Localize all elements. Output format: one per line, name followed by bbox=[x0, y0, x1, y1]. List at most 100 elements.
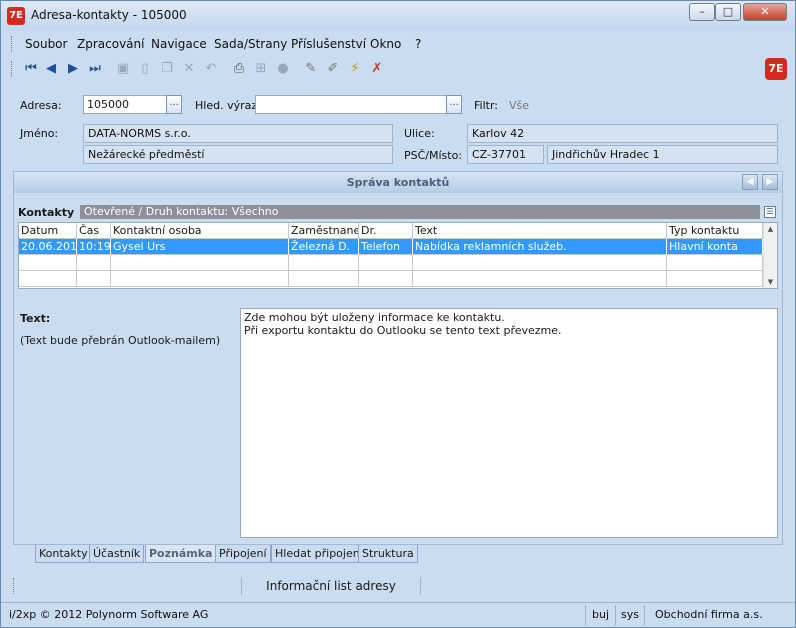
menu-sada-strany[interactable]: Sada/Strany bbox=[214, 37, 287, 51]
tab-kontakty[interactable]: Kontakty bbox=[35, 545, 92, 563]
panel-next-icon[interactable]: ▶ bbox=[762, 174, 778, 190]
filtr-value[interactable]: Vše bbox=[509, 99, 529, 112]
col-druh[interactable]: Dr. bbox=[359, 223, 413, 239]
menu-navigace[interactable]: Navigace bbox=[151, 37, 207, 51]
scroll-down-icon[interactable]: ▼ bbox=[764, 278, 777, 286]
menu-soubor[interactable]: Soubor bbox=[25, 37, 67, 51]
prev-record-icon[interactable]: ◀ bbox=[43, 61, 59, 77]
filter-icon[interactable]: ⚡ bbox=[347, 61, 363, 77]
misto-field: Jindřichův Hradec 1 bbox=[547, 145, 778, 164]
info-grip[interactable] bbox=[13, 578, 15, 594]
hled-label: Hled. výraz: bbox=[195, 99, 261, 112]
last-record-icon[interactable]: ⏭ bbox=[87, 61, 103, 77]
tree-icon[interactable]: ⊞ bbox=[253, 61, 269, 77]
col-datum[interactable]: Datum bbox=[19, 223, 77, 239]
menu-okno[interactable]: Okno bbox=[370, 37, 401, 51]
panel-header: Správa kontaktů ◀ ▶ bbox=[14, 172, 782, 193]
app-logo-icon: 7E bbox=[7, 7, 25, 25]
col-cas[interactable]: Čas bbox=[77, 223, 111, 239]
close-button[interactable]: ✕ bbox=[743, 3, 787, 21]
jmeno-label: Jméno: bbox=[20, 127, 59, 140]
undo-icon[interactable]: ↶ bbox=[203, 61, 219, 77]
empty-cell bbox=[77, 271, 111, 287]
empty-cell bbox=[359, 255, 413, 271]
adresa-label: Adresa: bbox=[20, 99, 62, 112]
jmeno-field: DATA-NORMS s.r.o. bbox=[83, 124, 393, 143]
contact-text-area[interactable]: Zde mohou být uloženy informace ke konta… bbox=[240, 308, 778, 538]
title-bar[interactable]: 7E Adresa-kontakty - 105000 – □ ✕ bbox=[1, 1, 795, 31]
empty-cell bbox=[19, 255, 77, 271]
empty-cell bbox=[413, 255, 667, 271]
cell-kontaktni-osoba: Gysel Urs bbox=[111, 239, 289, 255]
first-record-icon[interactable]: ⏮ bbox=[23, 61, 39, 77]
panel-prev-icon[interactable]: ◀ bbox=[742, 174, 758, 190]
adresa-input[interactable]: 105000 bbox=[83, 95, 167, 114]
maximize-button[interactable]: □ bbox=[715, 3, 741, 21]
status-separator bbox=[615, 605, 616, 625]
edit-secondary-icon[interactable]: ✐ bbox=[325, 61, 341, 77]
menu-help[interactable]: ? bbox=[415, 37, 421, 51]
grid-settings-icon[interactable]: ☰ bbox=[764, 206, 776, 218]
disabled-circle-icon[interactable]: ● bbox=[275, 61, 291, 77]
adresa-lookup-button[interactable]: ... bbox=[166, 95, 182, 114]
empty-cell bbox=[77, 255, 111, 271]
scroll-up-icon[interactable]: ▲ bbox=[764, 225, 777, 233]
save-icon[interactable]: ▣ bbox=[115, 61, 131, 77]
table-row[interactable]: 20.06.2012 10:19 Gysel Urs Železná D. Te… bbox=[19, 239, 763, 255]
col-typ-kontaktu[interactable]: Typ kontaktu bbox=[667, 223, 763, 239]
contacts-panel: Správa kontaktů ◀ ▶ Kontakty Otevřené / … bbox=[13, 171, 783, 545]
empty-cell bbox=[111, 255, 289, 271]
search-input[interactable] bbox=[255, 95, 447, 114]
col-zamestnanec[interactable]: Zaměstnanec bbox=[289, 223, 359, 239]
info-list-button[interactable]: Informační list adresy bbox=[241, 577, 421, 595]
empty-cell bbox=[111, 271, 289, 287]
cell-typ-kontaktu: Hlavní konta bbox=[667, 239, 763, 255]
psc-label: PSČ/Místo: bbox=[404, 149, 463, 162]
tab-ucastnik[interactable]: Účastník bbox=[89, 545, 145, 563]
psc-field: CZ-37701 bbox=[467, 145, 544, 164]
firm-text: Obchodní firma a.s. bbox=[655, 608, 763, 621]
text-label: Text: bbox=[20, 312, 51, 325]
status-separator bbox=[585, 605, 586, 625]
menu-bar: Soubor Zpracování Navigace Sada/Strany P… bbox=[9, 33, 789, 55]
col-kontaktni-osoba[interactable]: Kontaktní osoba bbox=[111, 223, 289, 239]
col-text[interactable]: Text bbox=[413, 223, 667, 239]
menu-prislusenstvi[interactable]: Příslušenství bbox=[291, 37, 366, 51]
cell-cas: 10:19 bbox=[77, 239, 111, 255]
sys-text: sys bbox=[621, 608, 639, 621]
menu-grip[interactable] bbox=[11, 36, 13, 52]
contacts-grid: Datum Čas Kontaktní osoba Zaměstnanec Dr… bbox=[18, 222, 778, 289]
address-form: Adresa: 105000 ... Hled. výraz: ... Filt… bbox=[13, 85, 787, 171]
tab-strip: Kontakty Účastník Poznámka Připojení Hle… bbox=[15, 545, 785, 565]
status-separator bbox=[644, 605, 645, 625]
tab-struktura[interactable]: Struktura bbox=[358, 545, 418, 563]
tab-hledat-pripojeni[interactable]: Hledat připojení bbox=[271, 545, 367, 563]
delete-icon[interactable]: ✕ bbox=[181, 61, 197, 77]
empty-cell bbox=[667, 255, 763, 271]
empty-cell bbox=[359, 271, 413, 287]
copy-icon[interactable]: ❐ bbox=[159, 61, 175, 77]
info-bar: Informační list adresy bbox=[9, 575, 789, 597]
brand-logo-icon: 7E bbox=[765, 58, 787, 80]
tab-pripojeni[interactable]: Připojení bbox=[215, 545, 271, 563]
panel-title: Správa kontaktů bbox=[346, 176, 450, 189]
empty-cell bbox=[289, 271, 359, 287]
cell-zamestnanec: Železná D. bbox=[289, 239, 359, 255]
menu-zpracovani[interactable]: Zpracování bbox=[77, 37, 144, 51]
minimize-button[interactable]: – bbox=[689, 3, 715, 21]
tab-poznamka[interactable]: Poznámka bbox=[145, 545, 217, 563]
clear-filter-icon[interactable]: ✗ bbox=[369, 61, 385, 77]
table-row[interactable] bbox=[19, 271, 763, 287]
app-window: 7E Adresa-kontakty - 105000 – □ ✕ Soubor… bbox=[0, 0, 796, 628]
toolbar-grip[interactable] bbox=[11, 61, 13, 77]
empty-cell bbox=[289, 255, 359, 271]
new-document-icon[interactable]: ▯ bbox=[137, 61, 153, 77]
empty-cell bbox=[667, 271, 763, 287]
grid-filter[interactable]: Otevřené / Druh kontaktu: Všechno bbox=[80, 205, 760, 219]
next-record-icon[interactable]: ▶ bbox=[65, 61, 81, 77]
grid-scrollbar[interactable]: ▲ ▼ bbox=[763, 223, 777, 288]
table-row[interactable] bbox=[19, 255, 763, 271]
search-lookup-button[interactable]: ... bbox=[446, 95, 462, 114]
edit-icon[interactable]: ✎ bbox=[303, 61, 319, 77]
print-icon[interactable]: ⎙ bbox=[231, 61, 247, 77]
